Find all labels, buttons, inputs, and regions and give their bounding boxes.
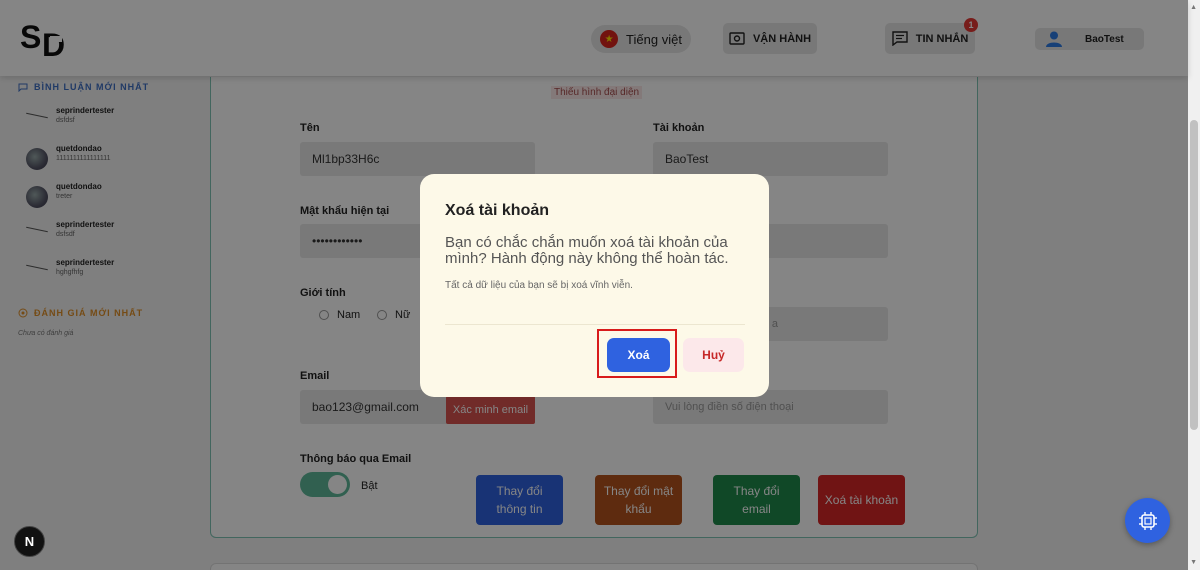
cancel-button[interactable]: Huỷ	[683, 338, 744, 372]
dialog-message: Bạn có chắc chắn muốn xoá tài khoản của …	[445, 234, 729, 267]
chip-assistant-button[interactable]	[1125, 498, 1170, 543]
nextjs-dev-indicator[interactable]: N	[14, 526, 45, 557]
scroll-down-icon[interactable]: ▼	[1190, 559, 1197, 566]
chip-icon	[1138, 511, 1157, 530]
scroll-up-icon[interactable]: ▲	[1190, 4, 1197, 11]
dialog-subtext: Tất cả dữ liệu của bạn sẽ bị xoá vĩnh vi…	[445, 280, 633, 291]
dialog-divider	[445, 324, 745, 325]
confirm-delete-button[interactable]: Xoá	[607, 338, 670, 372]
scroll-thumb[interactable]	[1190, 120, 1198, 430]
page-scrollbar[interactable]: ▲ ▼	[1188, 0, 1200, 570]
dialog-title: Xoá tài khoản	[445, 202, 550, 219]
delete-account-dialog: Xoá tài khoản Bạn có chắc chắn muốn xoá …	[420, 174, 769, 397]
